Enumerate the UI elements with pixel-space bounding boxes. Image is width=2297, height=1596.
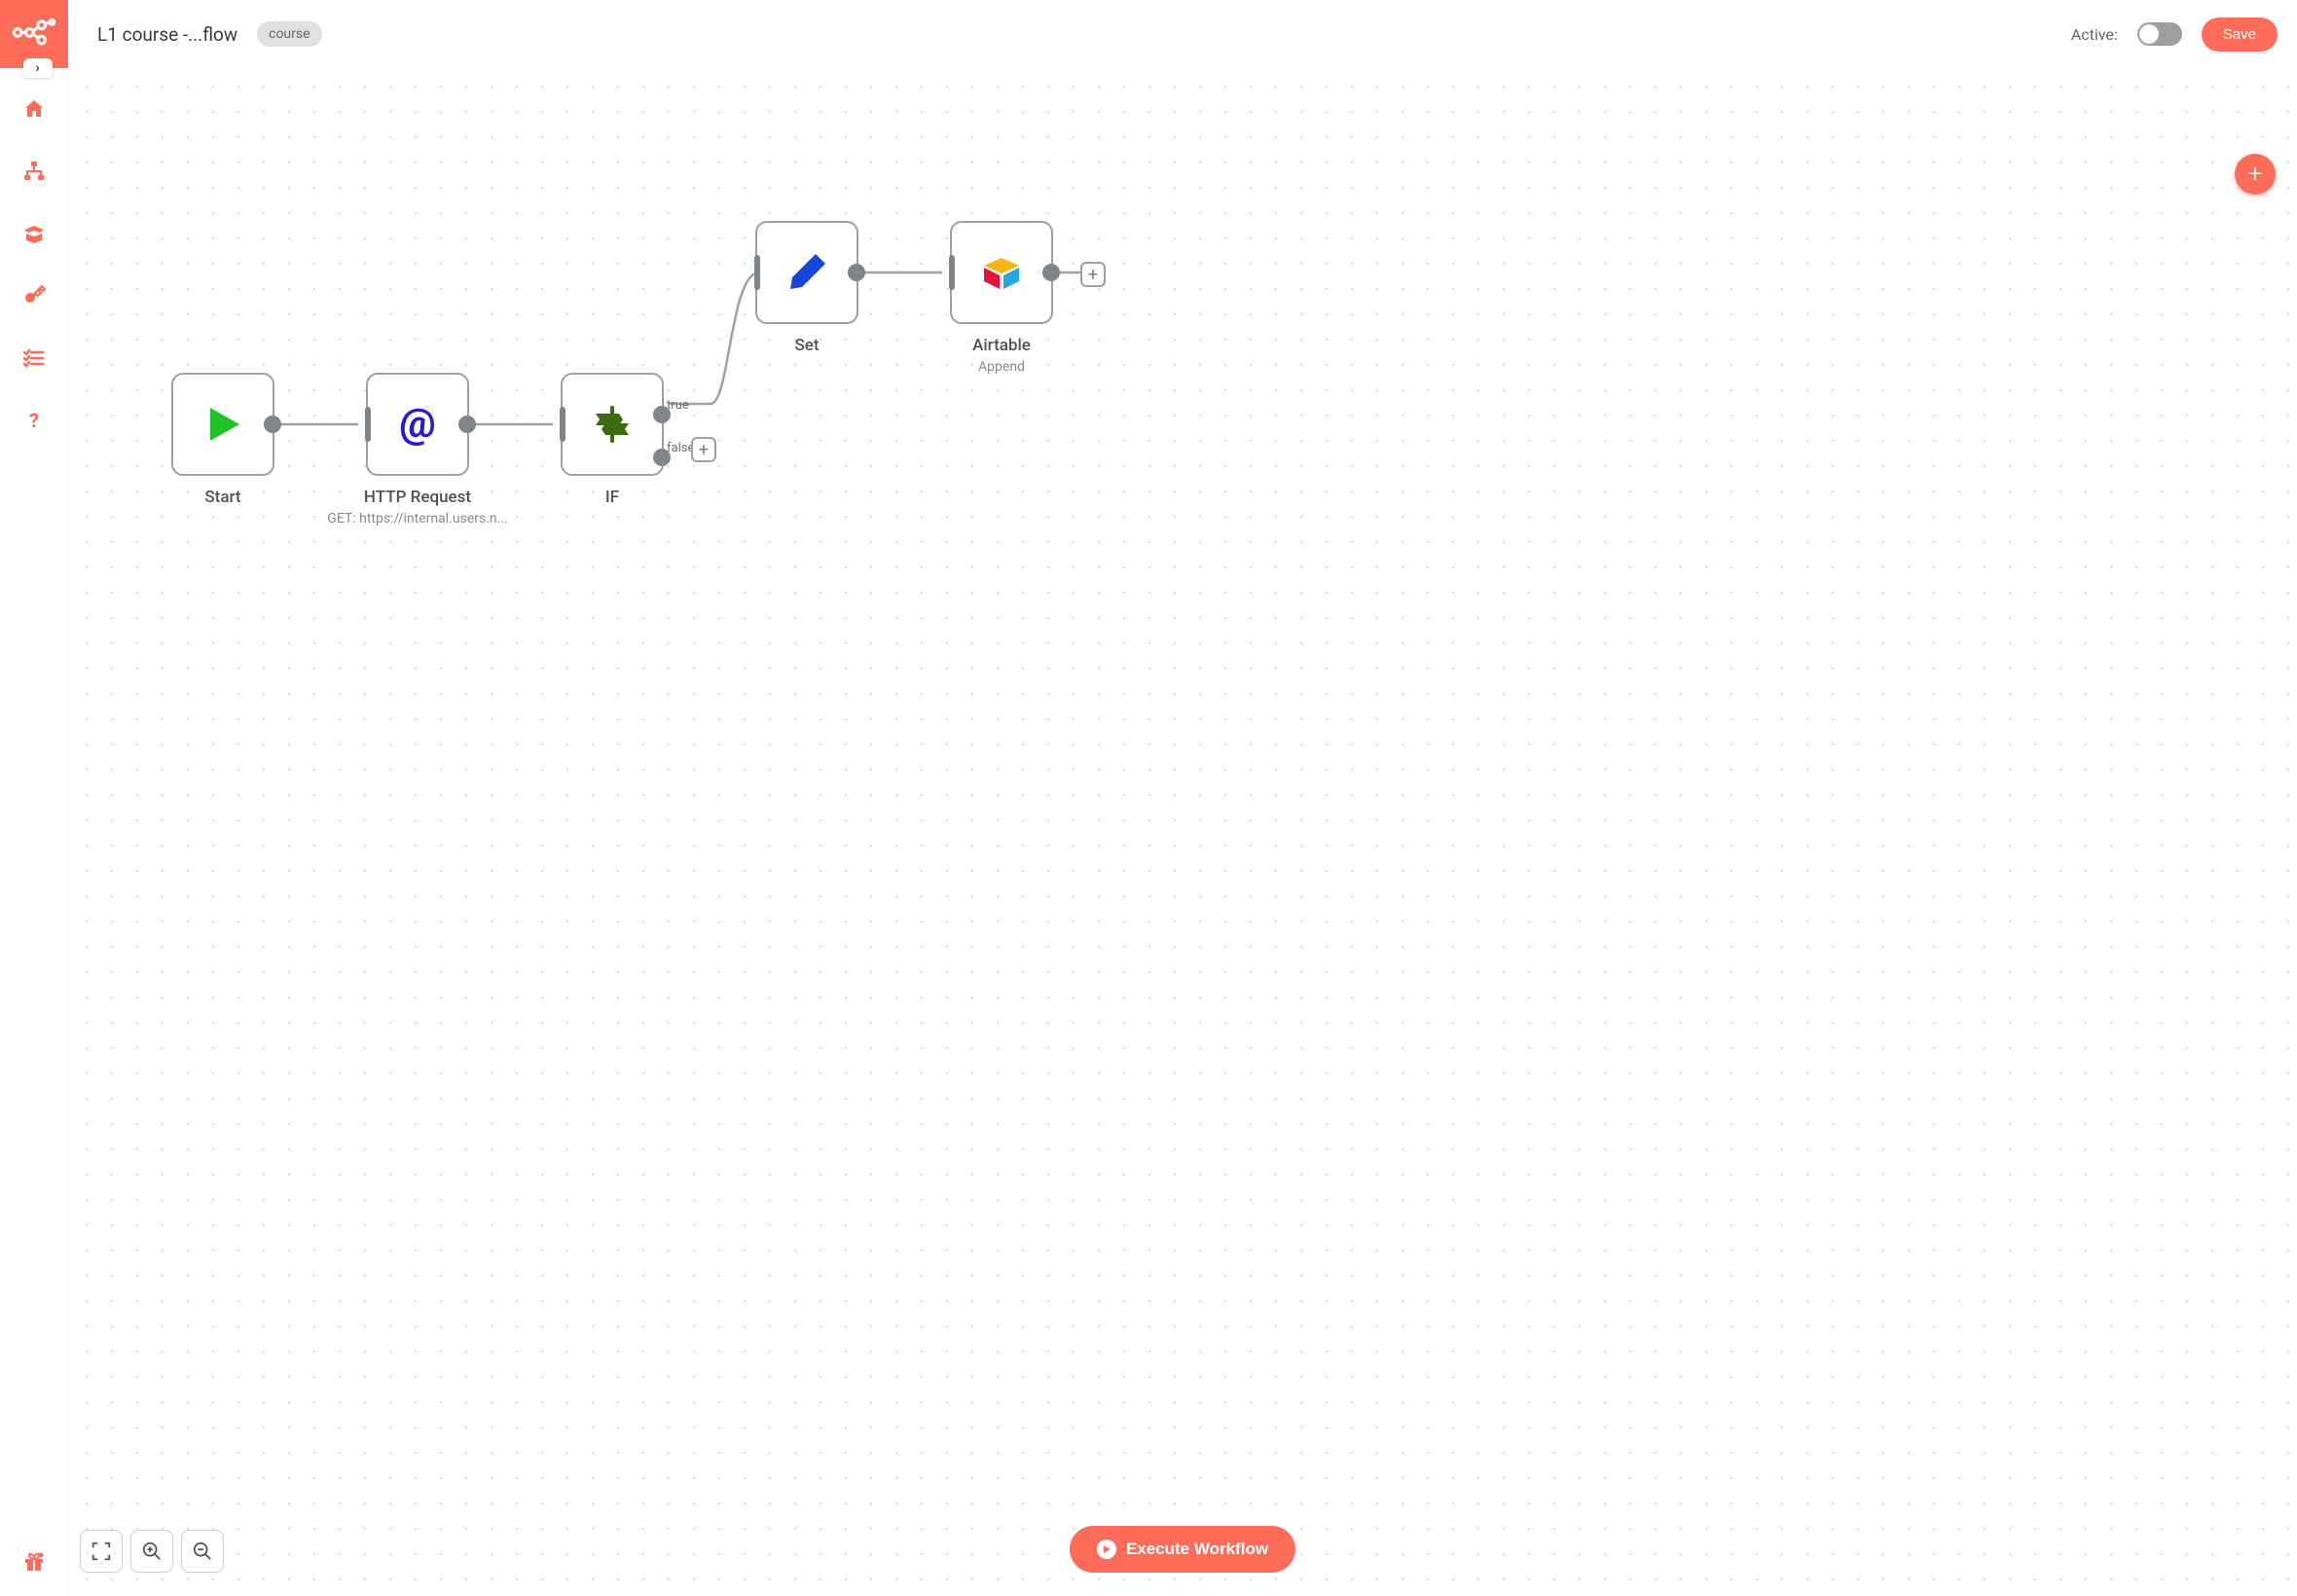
node-start[interactable]: Start bbox=[171, 373, 274, 476]
execute-label: Execute Workflow bbox=[1126, 1540, 1268, 1559]
sidebar-item-templates[interactable] bbox=[22, 222, 46, 245]
node-label: Start bbox=[116, 488, 330, 507]
sidebar-item-home[interactable] bbox=[22, 97, 46, 121]
sidebar-item-help[interactable]: ? bbox=[22, 409, 46, 432]
sidebar-item-gift[interactable] bbox=[22, 1549, 46, 1573]
zoom-out-button[interactable] bbox=[181, 1530, 224, 1573]
input-port[interactable] bbox=[949, 255, 955, 290]
node-airtable[interactable]: + Airtable Append bbox=[950, 221, 1053, 324]
node-label: Airtable Append bbox=[894, 336, 1109, 375]
airtable-icon bbox=[977, 248, 1026, 297]
fit-view-icon bbox=[91, 1541, 112, 1562]
add-node-fab[interactable]: + bbox=[2235, 154, 2276, 195]
output-port[interactable] bbox=[1042, 264, 1060, 281]
sidebar: › ? bbox=[0, 0, 68, 1596]
workflow-canvas[interactable]: Start @ HTTP Request GET: https://intern… bbox=[68, 68, 2297, 1596]
svg-text:@: @ bbox=[399, 400, 436, 448]
output-port-false[interactable]: false bbox=[653, 449, 671, 466]
svg-text:?: ? bbox=[29, 409, 39, 432]
active-toggle[interactable] bbox=[2137, 22, 2182, 46]
edges-layer bbox=[68, 68, 2297, 1596]
output-port-true[interactable]: true bbox=[653, 406, 671, 423]
input-port[interactable] bbox=[754, 255, 760, 290]
output-port[interactable] bbox=[264, 416, 281, 433]
at-sign-icon: @ bbox=[393, 400, 442, 449]
workflow-title[interactable]: L1 course -...flow bbox=[97, 23, 237, 46]
workflow-tag[interactable]: course bbox=[257, 21, 321, 47]
canvas-controls bbox=[80, 1530, 224, 1573]
sidebar-item-executions[interactable] bbox=[22, 346, 46, 370]
zoom-out-icon bbox=[192, 1541, 213, 1562]
add-node-after-false[interactable]: + bbox=[691, 437, 716, 462]
sidebar-item-credentials[interactable] bbox=[22, 284, 46, 308]
play-circle-icon bbox=[1097, 1540, 1116, 1559]
sidebar-expand-toggle[interactable]: › bbox=[23, 58, 53, 78]
chevron-right-icon: › bbox=[35, 60, 39, 76]
execute-workflow-button[interactable]: Execute Workflow bbox=[1070, 1526, 1295, 1573]
list-check-icon bbox=[22, 346, 46, 370]
node-label: Set bbox=[700, 336, 914, 355]
node-http-request[interactable]: @ HTTP Request GET: https://internal.use… bbox=[366, 373, 469, 476]
play-icon bbox=[199, 400, 247, 449]
node-label: IF bbox=[505, 488, 719, 507]
node-label: HTTP Request GET: https://internal.users… bbox=[310, 488, 525, 526]
gift-icon bbox=[22, 1549, 46, 1573]
active-label: Active: bbox=[2071, 25, 2118, 44]
fit-view-button[interactable] bbox=[80, 1530, 123, 1573]
zoom-in-icon bbox=[141, 1541, 163, 1562]
canvas-wrap: Start @ HTTP Request GET: https://intern… bbox=[68, 68, 2297, 1596]
sidebar-item-workflows[interactable] bbox=[22, 160, 46, 183]
box-open-icon bbox=[22, 222, 46, 245]
workflow-icon bbox=[22, 160, 46, 183]
output-port[interactable] bbox=[848, 264, 865, 281]
branch-icon bbox=[588, 400, 637, 449]
key-icon bbox=[22, 284, 46, 308]
app-logo[interactable]: › bbox=[0, 0, 68, 68]
sidebar-nav: ? bbox=[22, 97, 46, 432]
n8n-logo-icon bbox=[12, 12, 56, 56]
home-icon bbox=[22, 97, 46, 121]
node-set[interactable]: Set bbox=[755, 221, 858, 324]
output-port[interactable] bbox=[458, 416, 476, 433]
zoom-in-button[interactable] bbox=[130, 1530, 173, 1573]
input-port[interactable] bbox=[560, 407, 565, 442]
add-node-after[interactable]: + bbox=[1080, 262, 1106, 287]
input-port[interactable] bbox=[365, 407, 371, 442]
main-area: L1 course -...flow course Active: Save bbox=[68, 0, 2297, 1596]
question-icon: ? bbox=[22, 409, 46, 432]
save-button[interactable]: Save bbox=[2202, 18, 2278, 52]
topbar: L1 course -...flow course Active: Save bbox=[68, 0, 2297, 68]
toggle-knob bbox=[2139, 24, 2159, 44]
node-if[interactable]: true false + IF bbox=[561, 373, 664, 476]
pencil-icon bbox=[783, 248, 831, 297]
